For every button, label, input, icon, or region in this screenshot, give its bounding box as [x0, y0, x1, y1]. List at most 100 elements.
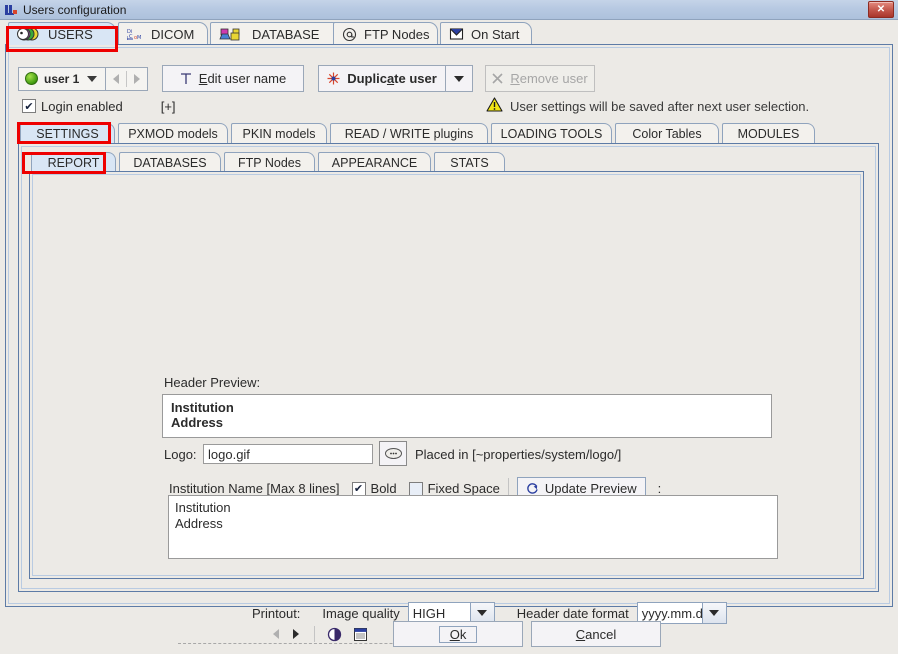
duplicate-user-dropdown[interactable] [446, 65, 473, 92]
left-arrow-icon [273, 629, 279, 639]
cancel-button[interactable]: Cancel [531, 621, 661, 647]
ok-button[interactable]: Ok [393, 621, 523, 647]
header-preview-box: Institution Address [162, 394, 772, 438]
warning-text: User settings will be saved after next u… [510, 98, 810, 114]
tab-report-label: REPORT [47, 155, 100, 170]
tab-database[interactable]: DATABASE [210, 22, 342, 45]
prev-user-button[interactable] [106, 68, 126, 90]
header-preview-line-2: Address [171, 415, 224, 430]
database-icon [219, 27, 245, 42]
user-status-led [25, 72, 38, 85]
logo-placed-in-label: Placed in [~properties/system/logo/] [415, 447, 622, 462]
ellipsis-icon [384, 448, 402, 459]
user-select-combo[interactable]: user 1 [18, 66, 106, 91]
edit-user-name-button[interactable]: Edit user name [162, 65, 304, 92]
tab-pxmod-models[interactable]: PXMOD models [118, 123, 228, 144]
x-icon [492, 73, 503, 84]
warning-message: User settings will be saved after next u… [486, 97, 809, 115]
tab-read-write-plugins-label: READ / WRITE plugins [344, 127, 474, 141]
logo-label: Logo: [164, 447, 197, 462]
tab-color-tables-label: Color Tables [632, 127, 702, 141]
calendar-icon [353, 627, 367, 641]
remove-user-button: Remove user [485, 65, 595, 92]
institution-name-textarea[interactable]: Institution Address [168, 495, 778, 559]
close-button[interactable]: ✕ [868, 1, 894, 18]
tab-ftp-nodes-label: FTP Nodes [364, 26, 430, 42]
institution-text-line-2: Address [175, 516, 223, 531]
chevron-down-icon [454, 75, 464, 82]
update-preview-label: Update Preview [544, 481, 637, 496]
tab-modules[interactable]: MODULES [722, 123, 815, 144]
footer-nav [266, 626, 375, 642]
tab-report[interactable]: REPORT [31, 152, 116, 172]
tab-dicom[interactable]: Di C o M DICOM [118, 22, 208, 45]
tab-settings[interactable]: SETTINGS [20, 123, 115, 144]
tab-users[interactable]: USERS [8, 22, 116, 45]
dicom-icon: Di C o M [127, 27, 144, 42]
refresh-icon [526, 482, 539, 495]
duplicate-user-button[interactable]: Duplicate user [318, 65, 446, 92]
tab-appearance-label: APPEARANCE [331, 155, 418, 170]
ok-label: Ok [438, 625, 478, 643]
tab-pxmod-models-label: PXMOD models [128, 127, 218, 141]
left-arrow-icon [113, 73, 119, 84]
tab-ftp-nodes[interactable]: FTP Nodes [333, 22, 438, 45]
institution-name-label: Institution Name [Max 8 lines] [169, 481, 340, 496]
right-arrow-icon [293, 629, 299, 639]
settings-panel: REPORT DATABASES FTP Nodes APPEARANCE ST… [18, 143, 879, 644]
users-icon [17, 27, 41, 41]
next-user-button[interactable] [127, 68, 147, 90]
svg-text:M: M [137, 35, 141, 41]
user-toolbar: user 1 Edit user name Duplicate user Rem… [18, 65, 595, 92]
at-icon [342, 27, 357, 42]
cancel-label: Cancel [575, 626, 617, 642]
edit-user-name-label: Edit user name [198, 71, 287, 86]
tab-pkin-models[interactable]: PKIN models [231, 123, 327, 144]
bold-checkbox[interactable]: ✔ [351, 481, 366, 496]
contrast-icon [327, 627, 341, 641]
login-enabled-checkbox[interactable]: ✔ [22, 99, 36, 113]
tab-loading-tools-label: LOADING TOOLS [500, 127, 603, 141]
expand-toggle[interactable]: [+] [161, 99, 176, 114]
footer-prev-button[interactable] [266, 629, 286, 639]
logo-input[interactable]: logo.gif [203, 444, 373, 464]
tab-modules-label: MODULES [737, 127, 800, 141]
tab-color-tables[interactable]: Color Tables [615, 123, 719, 144]
selected-user-label: user 1 [44, 71, 80, 86]
tab-appearance[interactable]: APPEARANCE [318, 152, 431, 172]
logo-browse-button[interactable] [379, 441, 407, 466]
tab-database-label: DATABASE [252, 26, 320, 42]
tab-ftp-nodes-sub-label: FTP Nodes [238, 155, 301, 170]
window-title: Users configuration [23, 2, 127, 17]
colon-label: : [657, 481, 662, 496]
contrast-button[interactable] [323, 627, 345, 642]
tab-databases-label: DATABASES [133, 155, 207, 170]
login-enabled-label: Login enabled [41, 98, 123, 114]
user-nav-buttons [106, 66, 148, 91]
tab-stats[interactable]: STATS [434, 152, 505, 172]
fixed-space-label: Fixed Space [427, 481, 500, 496]
tab-on-start[interactable]: On Start [440, 22, 532, 45]
tab-read-write-plugins[interactable]: READ / WRITE plugins [330, 123, 488, 144]
tab-dicom-label: DICOM [151, 26, 195, 42]
tab-databases[interactable]: DATABASES [119, 152, 221, 172]
fixed-space-checkbox[interactable] [408, 481, 423, 496]
dialog-footer: Ok Cancel [0, 614, 898, 654]
top-tab-bar: USERS Di C o M DICOM DATABASE FTP Nodes … [0, 20, 898, 45]
calendar-button[interactable] [349, 627, 371, 642]
chevron-down-icon [87, 75, 98, 82]
tab-pkin-models-label: PKIN models [242, 127, 316, 141]
app-icon [4, 3, 18, 17]
right-arrow-icon [134, 73, 140, 84]
header-preview-label: Header Preview: [164, 375, 261, 390]
sparkle-icon [327, 72, 340, 85]
footer-next-button[interactable] [286, 629, 306, 639]
remove-user-label: Remove user [510, 71, 588, 86]
header-preview-line-1: Institution [171, 400, 234, 415]
tab-settings-label: SETTINGS [36, 127, 99, 141]
tab-ftp-nodes-sub[interactable]: FTP Nodes [224, 152, 315, 172]
text-T-icon [180, 72, 192, 85]
bold-label: Bold [370, 481, 397, 496]
tab-loading-tools[interactable]: LOADING TOOLS [491, 123, 612, 144]
window-titlebar: Users configuration ✕ [0, 0, 898, 20]
